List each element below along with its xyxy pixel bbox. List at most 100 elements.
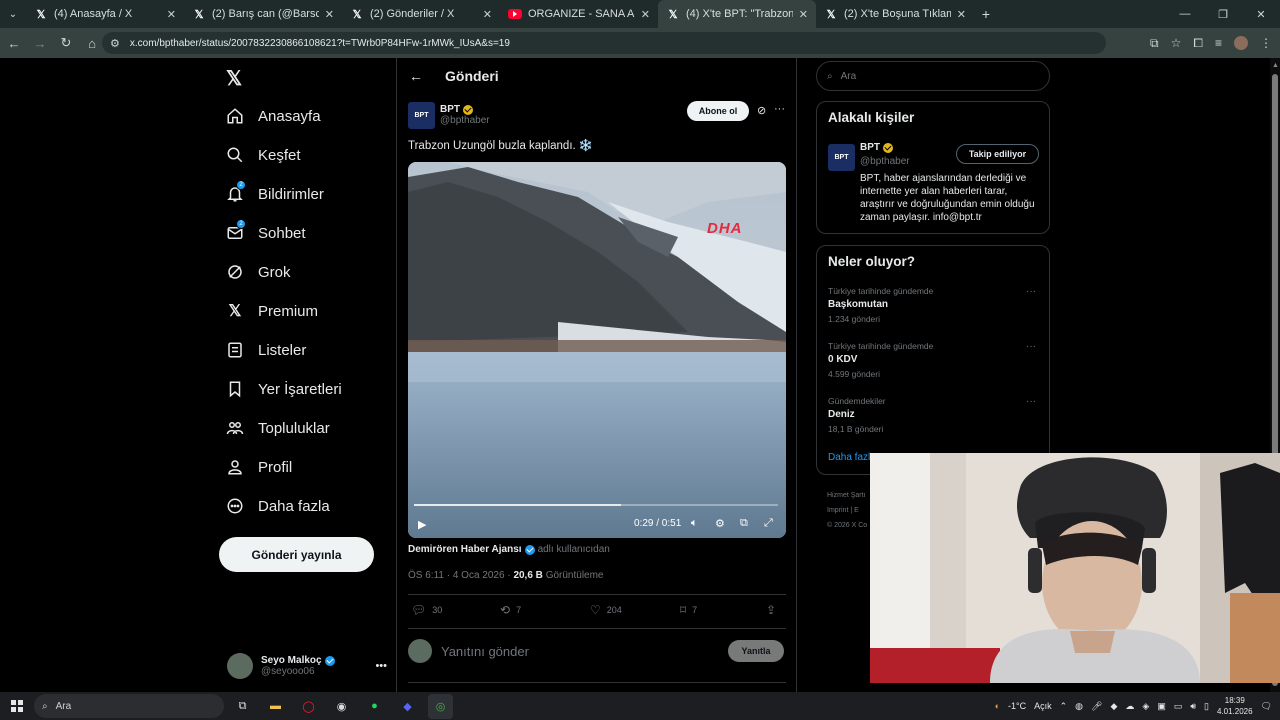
tab-close-icon[interactable]: ✕: [325, 8, 334, 21]
install-app-icon[interactable]: ⧉: [1150, 36, 1159, 51]
post-timestamp[interactable]: ÖS 6:11 · 4 Oca 2026 ·: [408, 570, 513, 581]
source-name[interactable]: Demirören Haber Ajansı: [408, 544, 522, 555]
browser-tab[interactable]: 𝕏 (4) Anasayfa / X ✕: [26, 0, 184, 28]
more-dots-icon[interactable]: ···: [1026, 396, 1036, 407]
restore-icon[interactable]: ❐: [1204, 0, 1242, 28]
fullscreen-icon[interactable]: ⤢: [764, 517, 773, 530]
scroll-up-icon[interactable]: ▲: [1272, 62, 1279, 69]
taskbar-search[interactable]: ⌕ Ara: [34, 694, 224, 718]
battery-icon[interactable]: ▯: [1204, 701, 1209, 712]
task-view-icon[interactable]: ⧉: [230, 694, 255, 719]
tab-search-button[interactable]: ⌄: [0, 0, 26, 28]
play-icon[interactable]: ▶: [418, 518, 432, 531]
nav-item-communities[interactable]: Topluluklar: [226, 413, 330, 443]
more-dots-icon[interactable]: ···: [1026, 286, 1036, 297]
close-window-icon[interactable]: ✕: [1242, 0, 1280, 28]
browser-tab[interactable]: 𝕏 (2) Barış can (@Barscan2828058 ✕: [184, 0, 342, 28]
new-tab-button[interactable]: +: [974, 6, 998, 22]
show-more-link[interactable]: Daha fazla: [828, 452, 876, 463]
spotify-icon[interactable]: ●: [362, 694, 387, 719]
media-control-icon[interactable]: ≡: [1215, 36, 1222, 50]
related-handle[interactable]: @bpthaber: [860, 156, 910, 167]
home-button-icon[interactable]: ⌂: [80, 31, 104, 55]
tab-close-icon[interactable]: ✕: [641, 8, 650, 21]
discord-icon[interactable]: ◆: [395, 694, 420, 719]
browser-tab[interactable]: 𝕏 (2) Gönderiler / X ✕: [342, 0, 500, 28]
nav-item-bookmarks[interactable]: Yer İşaretleri: [226, 374, 342, 404]
search-input[interactable]: ⌕ Ara: [816, 61, 1050, 91]
back-arrow-icon[interactable]: ←: [409, 68, 425, 84]
account-switcher[interactable]: Seyo Malkoç @seyooo06 •••: [227, 648, 387, 684]
forward-icon[interactable]: →: [28, 31, 52, 55]
picture-in-picture-icon[interactable]: ⧉: [740, 517, 748, 530]
file-explorer-icon[interactable]: ▬: [263, 694, 288, 719]
weather-temp[interactable]: -1°C: [1008, 701, 1026, 711]
repost-action[interactable]: ⟲ 7: [500, 603, 521, 617]
tab-close-icon[interactable]: ✕: [957, 8, 966, 21]
bookmark-action[interactable]: ⌑ 7: [680, 603, 697, 617]
reply-input[interactable]: Yanıtını gönder: [441, 644, 529, 659]
clock[interactable]: 18:39 4.01.2026: [1217, 695, 1253, 717]
nav-item-notifications[interactable]: 2 Bildirimler: [226, 179, 324, 209]
volume-icon[interactable]: 🔈︎: [691, 517, 698, 530]
more-dots-icon[interactable]: •••: [375, 660, 387, 672]
nav-item-home[interactable]: Anasayfa: [226, 101, 321, 131]
network-icon[interactable]: ▭: [1174, 701, 1183, 712]
footer-link[interactable]: Hizmet Şartı: [827, 488, 867, 503]
minimize-icon[interactable]: —: [1166, 0, 1204, 28]
post-button[interactable]: Gönderi yayınla: [219, 537, 374, 572]
chrome-icon[interactable]: ◎: [428, 693, 453, 719]
more-dots-icon[interactable]: ···: [1026, 341, 1036, 352]
start-button[interactable]: [0, 692, 34, 720]
tab-close-icon[interactable]: ✕: [799, 8, 808, 21]
reply-button[interactable]: Yanıtla: [728, 640, 784, 662]
like-action[interactable]: ♡ 204: [590, 603, 622, 617]
trend-item[interactable]: Gündemdekiler Deniz 18,1 B gönderi ···: [828, 396, 1040, 434]
speaker-icon[interactable]: 🔊︎: [1190, 701, 1196, 712]
video-player[interactable]: DHA ▶ 0:29 / 0:51 🔈︎ ⚙ ⧉ ⤢: [408, 162, 786, 538]
following-button[interactable]: Takip ediliyor: [956, 144, 1039, 164]
nav-item-profile[interactable]: Profil: [226, 452, 292, 482]
trend-item[interactable]: Türkiye tarihinde gündemde 0 KDV 4.599 g…: [828, 341, 1040, 379]
video-progress-bar[interactable]: [414, 504, 778, 506]
back-icon[interactable]: ←: [2, 31, 26, 55]
subscribe-button[interactable]: Abone ol: [687, 101, 749, 121]
microphone-icon[interactable]: 🎤︎: [1091, 701, 1102, 712]
author-avatar[interactable]: BPT: [408, 101, 435, 129]
browser-tab-active[interactable]: 𝕏 (4) X'te BPT: "Trabzon Uzungöl ✕: [658, 0, 816, 28]
nav-item-premium[interactable]: 𝕏 Premium: [226, 296, 318, 326]
grok-explain-icon[interactable]: ⊘: [757, 104, 766, 117]
reload-icon[interactable]: ↻: [54, 31, 78, 55]
nav-item-messages[interactable]: 2 Sohbet: [226, 218, 306, 248]
site-info-icon[interactable]: ⚙: [110, 37, 120, 50]
footer-link[interactable]: Imprint | E: [827, 503, 867, 518]
bookmark-star-icon[interactable]: ☆: [1171, 36, 1182, 50]
related-name[interactable]: BPT: [860, 142, 893, 153]
browser-tab[interactable]: 𝕏 (2) X'te Boşuna Tıklama: "İstanb ✕: [816, 0, 974, 28]
tab-close-icon[interactable]: ✕: [483, 8, 492, 21]
trend-item[interactable]: Türkiye tarihinde gündemde Başkomutan 1.…: [828, 286, 1040, 324]
weather-label[interactable]: Açık: [1034, 701, 1052, 711]
author-handle[interactable]: @bpthaber: [440, 115, 490, 126]
tray-overflow-icon[interactable]: ⌃: [1060, 701, 1068, 712]
nav-item-grok[interactable]: Grok: [226, 257, 291, 287]
address-bar[interactable]: ⚙ x.com/bpthaber/status/2007832230866108…: [102, 32, 1106, 54]
author-display-name[interactable]: BPT: [440, 104, 490, 115]
reply-action[interactable]: 💬︎ 30: [411, 603, 442, 617]
share-action[interactable]: ⇪: [766, 603, 776, 617]
notification-center-icon[interactable]: 🗨︎: [1261, 701, 1272, 712]
obs-icon[interactable]: ◉: [329, 694, 354, 719]
nav-item-more[interactable]: Daha fazla: [226, 491, 330, 521]
tray-app2-icon[interactable]: ▣: [1157, 701, 1166, 712]
browser-tab[interactable]: ORGANIZE - SANA ANLATMAK ✕: [500, 0, 658, 28]
discord-tray-icon[interactable]: ◆: [1110, 701, 1117, 712]
extensions-icon[interactable]: ⧠: [1193, 36, 1203, 51]
nav-item-explore[interactable]: Keşfet: [226, 140, 301, 170]
related-avatar[interactable]: BPT: [828, 144, 855, 171]
more-dots-icon[interactable]: ···: [774, 103, 785, 115]
cloud-icon[interactable]: ☁: [1125, 701, 1134, 712]
x-logo-icon[interactable]: 𝕏: [226, 66, 242, 91]
tray-app-icon[interactable]: ◍: [1075, 701, 1083, 712]
profile-avatar[interactable]: [1234, 36, 1248, 50]
settings-icon[interactable]: ⚙: [715, 517, 725, 530]
